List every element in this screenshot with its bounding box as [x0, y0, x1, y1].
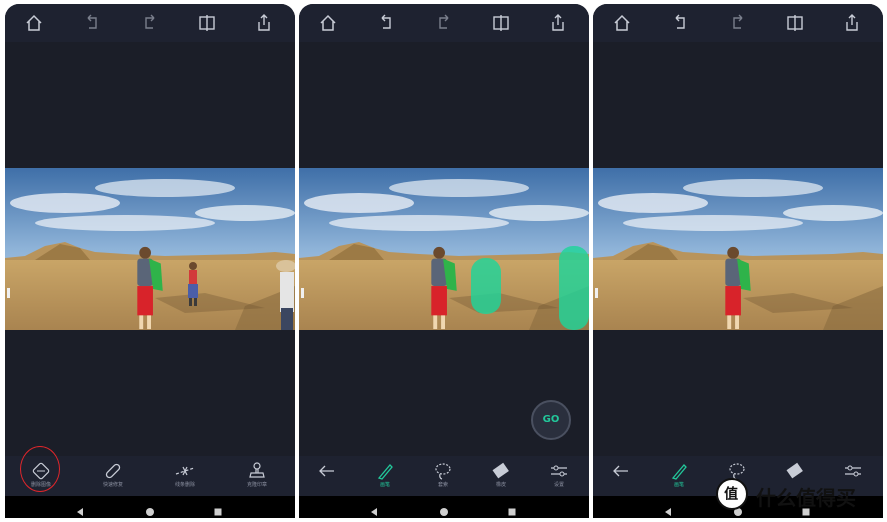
back-arrow-icon	[610, 460, 632, 482]
eraser-icon	[490, 460, 512, 482]
brush-icon	[668, 460, 690, 482]
nav-back-icon[interactable]	[369, 502, 379, 516]
redo-icon[interactable]	[433, 12, 455, 34]
compare-icon[interactable]	[490, 12, 512, 34]
tool-label: 橡皮	[495, 482, 506, 488]
tool-label: 画笔	[673, 482, 684, 488]
editing-canvas[interactable]	[299, 42, 589, 456]
go-button[interactable]: GO	[531, 400, 571, 440]
desert-photo[interactable]	[299, 168, 589, 330]
tool-quick-repair[interactable]: 快速修复	[85, 460, 141, 496]
nav-recents-icon[interactable]	[213, 502, 223, 516]
tool-label: 克隆印章	[246, 482, 267, 488]
phone-screen-3: 画笔	[593, 4, 883, 518]
brush-icon	[374, 460, 396, 482]
eraser-icon	[784, 460, 806, 482]
settings-sliders-icon	[842, 460, 864, 482]
back-button[interactable]	[299, 460, 355, 496]
nav-home-icon[interactable]	[145, 502, 155, 516]
tool-label: 套索	[437, 482, 448, 488]
home-icon[interactable]	[317, 12, 339, 34]
line-cut-icon	[174, 460, 196, 482]
top-toolbar	[299, 4, 589, 42]
tool-label: 线条删除	[174, 482, 195, 488]
comparison-stage: 删除图像 快速修复 线条删除 克隆印章 GO 画笔 套索 橡皮 设置 画笔 值 …	[0, 0, 887, 522]
redo-icon[interactable]	[139, 12, 161, 34]
share-icon[interactable]	[253, 12, 275, 34]
watermark-text: 什么值得买	[756, 486, 856, 510]
tool-eraser[interactable]: 橡皮	[473, 460, 529, 496]
top-toolbar	[593, 4, 883, 42]
tool-lasso[interactable]: 套索	[415, 460, 471, 496]
back-button[interactable]	[593, 460, 649, 496]
phone-screen-2: GO 画笔 套索 橡皮 设置	[299, 4, 589, 518]
undo-icon[interactable]	[375, 12, 397, 34]
phone-screen-1: 删除图像 快速修复 线条删除 克隆印章	[5, 4, 295, 518]
share-icon[interactable]	[841, 12, 863, 34]
settings-sliders-icon	[548, 460, 570, 482]
highlight-ring	[20, 446, 60, 492]
nav-recents-icon[interactable]	[507, 502, 517, 516]
svg-text:值: 值	[724, 485, 738, 502]
tool-brush[interactable]: 画笔	[357, 460, 413, 496]
undo-icon[interactable]	[669, 12, 691, 34]
bandage-icon	[102, 460, 124, 482]
redo-icon[interactable]	[727, 12, 749, 34]
smzdm-logo: 值	[716, 478, 748, 510]
tool-label: 快速修复	[102, 482, 123, 488]
editing-canvas[interactable]	[593, 42, 883, 456]
desert-photo[interactable]	[593, 168, 883, 330]
tool-label: 画笔	[379, 482, 390, 488]
compare-icon[interactable]	[784, 12, 806, 34]
bottom-toolbar: 画笔 套索 橡皮 设置	[299, 456, 589, 496]
android-nav-bar	[299, 496, 589, 518]
android-nav-bar	[5, 496, 295, 518]
tool-clone-stamp[interactable]: 克隆印章	[229, 460, 285, 496]
desert-photo[interactable]	[5, 168, 295, 330]
tool-settings[interactable]: 设置	[531, 460, 587, 496]
editing-canvas[interactable]	[5, 42, 295, 456]
nav-home-icon[interactable]	[439, 502, 449, 516]
undo-icon[interactable]	[81, 12, 103, 34]
top-toolbar	[5, 4, 295, 42]
compare-icon[interactable]	[196, 12, 218, 34]
lasso-icon	[432, 460, 454, 482]
tool-brush[interactable]: 画笔	[651, 460, 707, 496]
stamp-icon	[246, 460, 268, 482]
tool-label: 设置	[553, 482, 564, 488]
nav-back-icon[interactable]	[663, 502, 673, 516]
home-icon[interactable]	[611, 12, 633, 34]
share-icon[interactable]	[547, 12, 569, 34]
back-arrow-icon	[316, 460, 338, 482]
nav-back-icon[interactable]	[75, 502, 85, 516]
tool-line-remove[interactable]: 线条删除	[157, 460, 213, 496]
home-icon[interactable]	[23, 12, 45, 34]
brush-mask-girl	[471, 258, 501, 314]
brush-mask-man	[559, 246, 589, 330]
